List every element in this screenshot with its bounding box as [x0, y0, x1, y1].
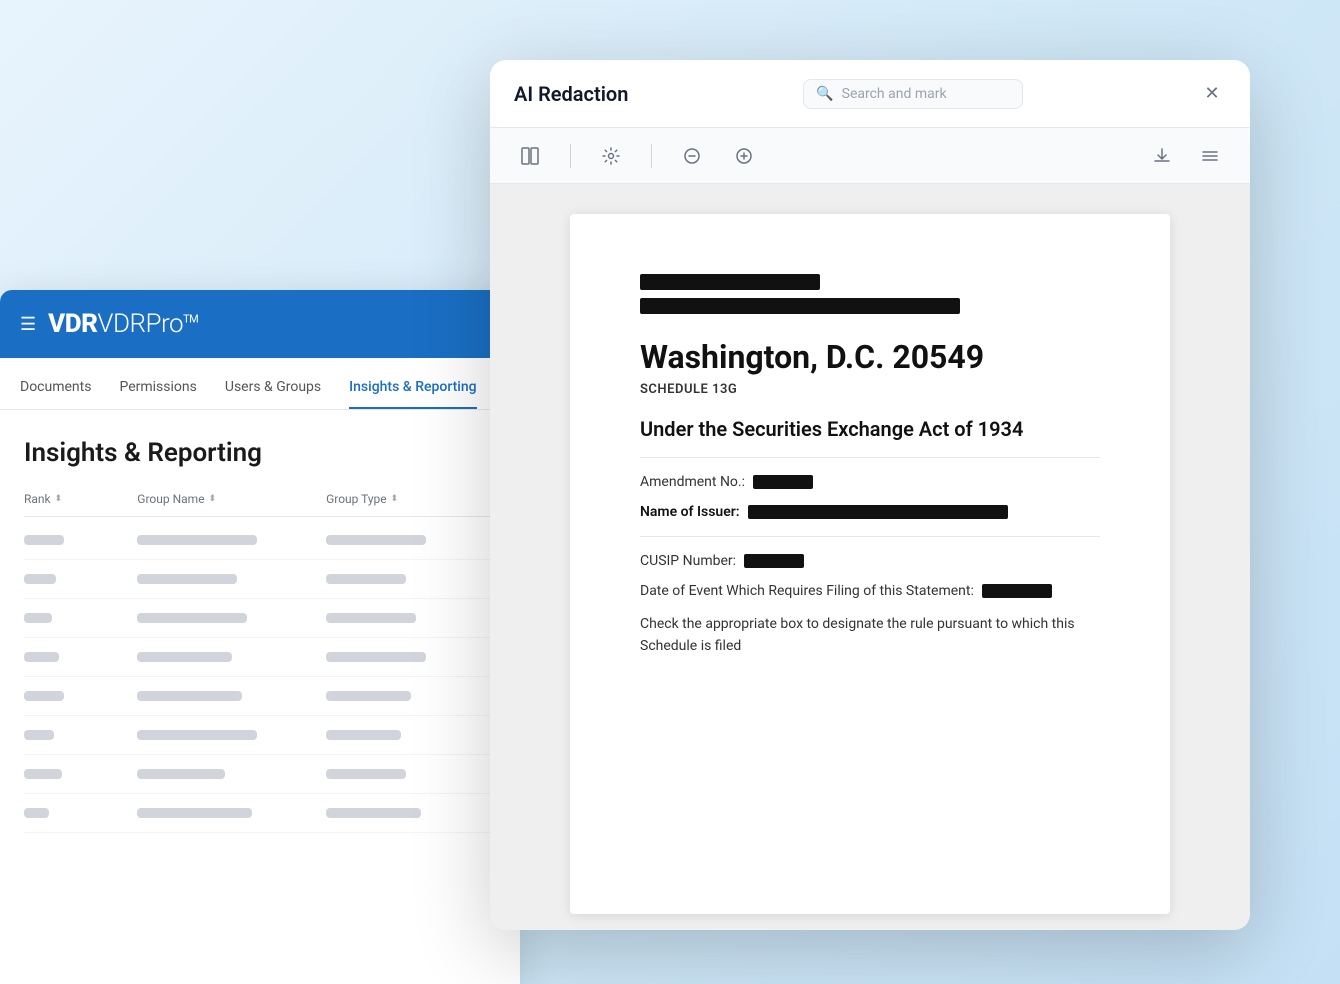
redacted-header-line-1	[640, 274, 820, 290]
document-page: Washington, D.C. 20549 SCHEDULE 13G Unde…	[570, 214, 1170, 914]
cusip-field: CUSIP Number:	[640, 553, 1100, 569]
vdrpro-nav: Documents Permissions Users & Groups Ins…	[0, 358, 520, 410]
search-bar[interactable]: 🔍 Search and mark	[803, 79, 1023, 109]
ai-redaction-modal: AI Redaction 🔍 Search and mark ✕	[490, 60, 1250, 930]
vdrpro-logo: VDRVDRProTM	[48, 309, 198, 339]
nav-documents[interactable]: Documents	[20, 379, 91, 409]
doc-schedule: SCHEDULE 13G	[640, 382, 1100, 397]
table-row[interactable]	[24, 521, 496, 560]
cusip-redacted	[744, 554, 804, 568]
date-redacted	[982, 584, 1052, 598]
zoom-out-icon[interactable]	[676, 140, 708, 172]
modal-topbar: AI Redaction 🔍 Search and mark ✕	[490, 60, 1250, 128]
search-icon: 🔍	[816, 86, 833, 102]
table-row[interactable]	[24, 794, 496, 833]
redacted-header-line-2	[640, 298, 960, 314]
nav-insights-reporting[interactable]: Insights & Reporting	[349, 379, 476, 409]
date-label: Date of Event Which Requires Filing of t…	[640, 583, 974, 599]
date-field: Date of Event Which Requires Filing of t…	[640, 583, 1100, 599]
col-group-name[interactable]: Group Name ⬍	[137, 492, 326, 506]
separator-2	[640, 536, 1100, 537]
rank-sort-icon: ⬍	[55, 494, 63, 504]
toolbar-left	[514, 140, 760, 172]
close-button[interactable]: ✕	[1198, 80, 1226, 108]
zoom-in-icon[interactable]	[728, 140, 760, 172]
col-group-type[interactable]: Group Type ⬍	[326, 492, 496, 506]
vdrpro-header: ☰ VDRVDRProTM	[0, 290, 520, 358]
toolbar-divider-2	[651, 144, 652, 168]
nav-permissions[interactable]: Permissions	[119, 379, 196, 409]
hamburger-icon[interactable]: ☰	[20, 314, 36, 335]
group-name-sort-icon: ⬍	[209, 494, 217, 504]
col-rank[interactable]: Rank ⬍	[24, 492, 137, 506]
table-row[interactable]	[24, 560, 496, 599]
issuer-label: Name of Issuer:	[640, 504, 740, 520]
doc-city: Washington, D.C. 20549	[640, 338, 1100, 376]
download-icon[interactable]	[1146, 140, 1178, 172]
vdrpro-content: Insights & Reporting Rank ⬍ Group Name ⬍…	[0, 410, 520, 833]
settings-icon[interactable]	[595, 140, 627, 172]
nav-users-groups[interactable]: Users & Groups	[225, 379, 321, 409]
check-text: Check the appropriate box to designate t…	[640, 613, 1100, 658]
table-row[interactable]	[24, 677, 496, 716]
menu-icon[interactable]	[1194, 140, 1226, 172]
amendment-field: Amendment No.:	[640, 474, 1100, 490]
amendment-redacted	[753, 475, 813, 489]
modal-title: AI Redaction	[514, 82, 628, 106]
issuer-field: Name of Issuer:	[640, 504, 1100, 520]
table-rows	[24, 521, 496, 833]
cusip-label: CUSIP Number:	[640, 553, 736, 569]
doc-act-title: Under the Securities Exchange Act of 193…	[640, 417, 1100, 441]
modal-body: Washington, D.C. 20549 SCHEDULE 13G Unde…	[490, 184, 1250, 930]
issuer-redacted	[748, 505, 1008, 519]
panel-toggle-icon[interactable]	[514, 140, 546, 172]
amendment-label: Amendment No.:	[640, 474, 745, 490]
toolbar-right	[1146, 140, 1226, 172]
toolbar-divider	[570, 144, 571, 168]
table-row[interactable]	[24, 638, 496, 677]
table-header: Rank ⬍ Group Name ⬍ Group Type ⬍	[24, 492, 496, 517]
page-title: Insights & Reporting	[24, 438, 496, 468]
separator	[640, 457, 1100, 458]
modal-toolbar	[490, 128, 1250, 184]
vdrpro-panel: ☰ VDRVDRProTM Documents Permissions User…	[0, 290, 520, 984]
table-row[interactable]	[24, 716, 496, 755]
table-row[interactable]	[24, 599, 496, 638]
group-type-sort-icon: ⬍	[391, 494, 399, 504]
search-placeholder-text: Search and mark	[842, 86, 947, 102]
table-row[interactable]	[24, 755, 496, 794]
